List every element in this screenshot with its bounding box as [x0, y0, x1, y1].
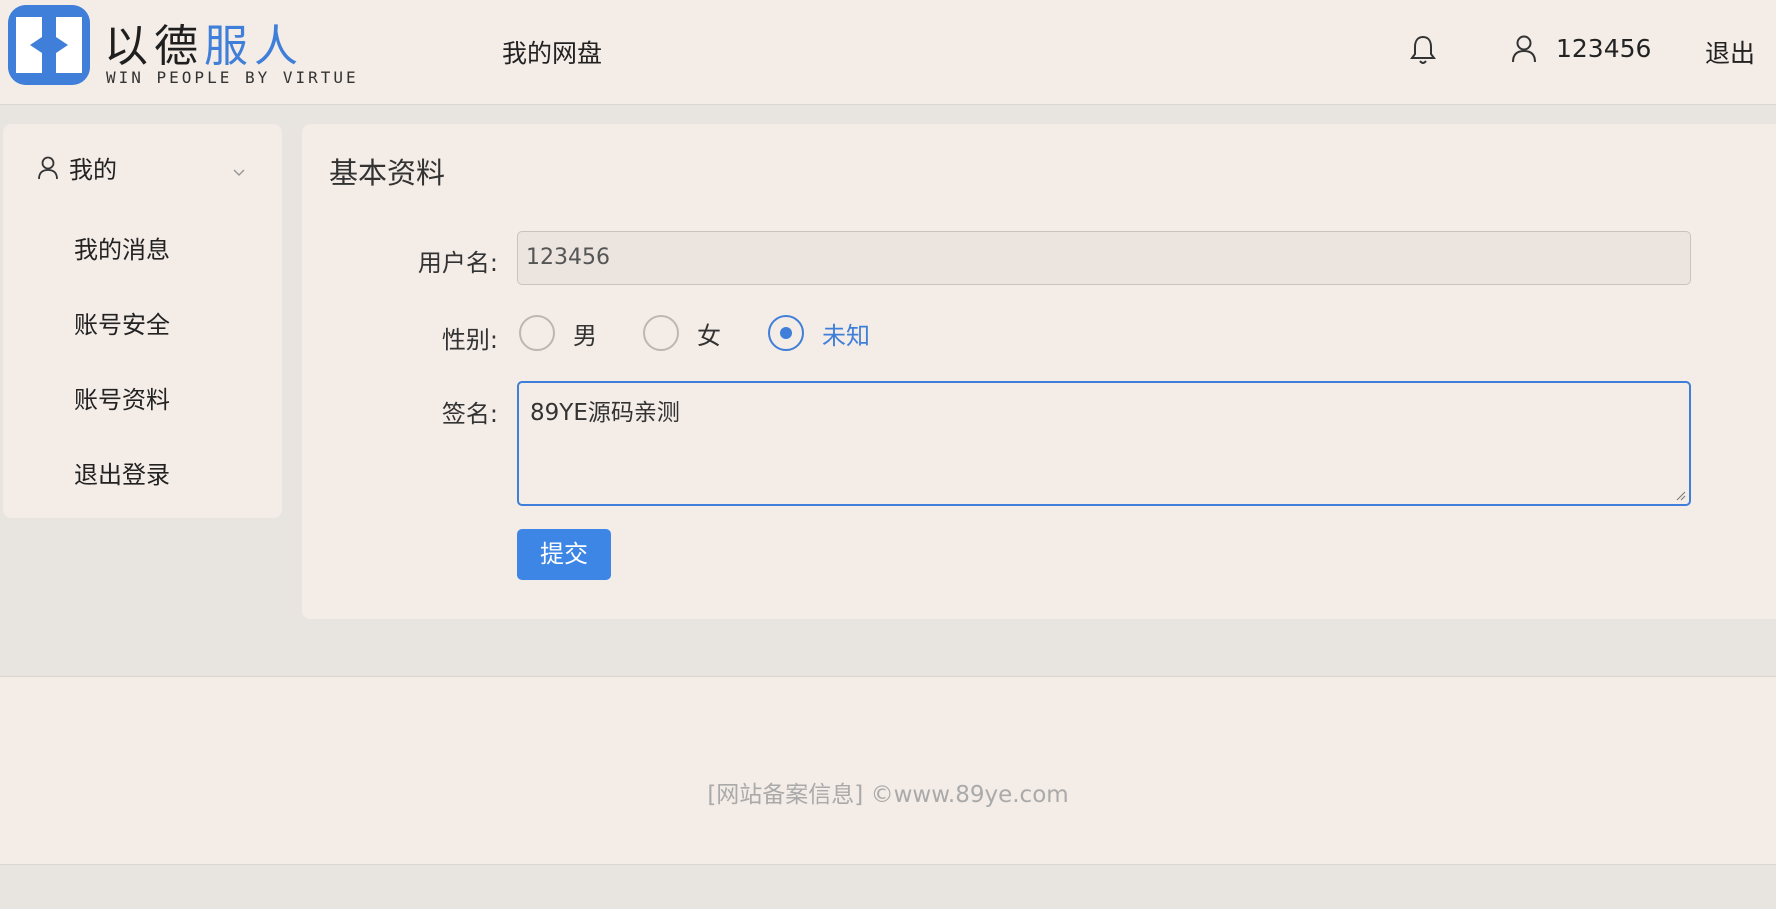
gender-option-label: 男	[573, 321, 597, 350]
gender-option-label: 未知	[822, 321, 870, 350]
nav-link-my-disk[interactable]: 我的网盘	[502, 34, 602, 70]
page-title: 基本资料	[329, 156, 446, 190]
username-label: 用户名:	[417, 249, 498, 277]
footer	[0, 676, 1776, 865]
k-logo-icon[interactable]	[8, 5, 90, 85]
radio-circle[interactable]	[519, 315, 555, 351]
submit-button[interactable]: 提交	[517, 529, 611, 580]
gender-radio-unknown[interactable]: 未知	[768, 315, 870, 351]
sidebar-group-mine[interactable]: 我的	[37, 150, 117, 185]
radio-circle[interactable]	[643, 315, 679, 351]
signature-textarea[interactable]: 89YE源码亲测	[517, 381, 1691, 506]
sidebar-item-profile[interactable]: 账号资料	[74, 380, 170, 415]
gender-option-label: 女	[697, 321, 721, 350]
radio-circle-selected[interactable]	[768, 315, 804, 351]
signature-label: 签名:	[441, 400, 498, 428]
footer-record-info[interactable]: [网站备案信息] ©www.89ye.com	[0, 775, 1776, 809]
logout-link[interactable]: 退出	[1705, 34, 1755, 70]
logo-title: 以德服人	[104, 10, 304, 74]
chevron-down-icon[interactable]	[232, 162, 246, 177]
sidebar-item-logout[interactable]: 退出登录	[74, 455, 170, 490]
bell-icon[interactable]	[1408, 34, 1438, 66]
logo-subtitle: WIN PEOPLE BY VIRTUE	[106, 68, 359, 87]
resize-handle-icon[interactable]	[1676, 491, 1686, 501]
sidebar-group-label: 我的	[69, 156, 117, 184]
gender-radio-female[interactable]: 女	[643, 315, 721, 351]
header-username[interactable]: 123456	[1556, 34, 1651, 63]
username-field[interactable]: 123456	[517, 231, 1691, 285]
logo-title-accent: 服人	[204, 21, 304, 72]
signature-text: 89YE源码亲测	[530, 400, 680, 426]
logo-title-dark: 以德	[104, 21, 204, 72]
gender-radio-male[interactable]: 男	[519, 315, 597, 351]
gender-label: 性别:	[441, 326, 498, 354]
sidebar-item-security[interactable]: 账号安全	[74, 305, 170, 340]
user-icon	[38, 156, 58, 179]
user-icon[interactable]	[1510, 34, 1538, 64]
sidebar-item-messages[interactable]: 我的消息	[74, 230, 170, 265]
